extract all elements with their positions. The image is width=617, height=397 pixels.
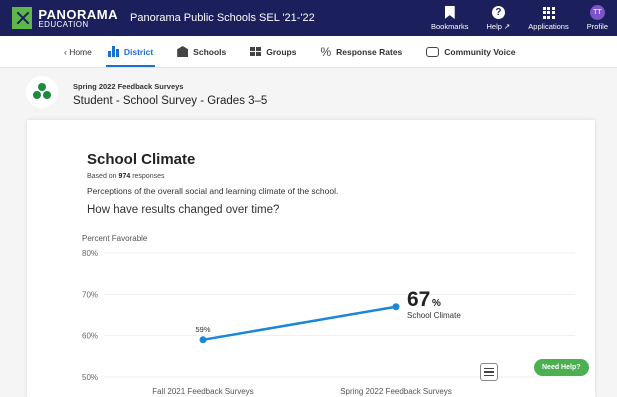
y-tick-80: 80% — [82, 249, 98, 258]
series-line-school-climate — [202, 305, 397, 342]
x-tick-0: Fall 2021 Feedback Surveys — [152, 387, 253, 396]
data-label-0: 59% — [195, 325, 210, 334]
data-point-0 — [199, 336, 207, 344]
y-tick-70: 70% — [82, 290, 98, 299]
latest-series-label: School Climate — [407, 311, 461, 320]
trend-chart: Percent Favorable 80% 70% 60% 50% Fall 2021 F… — [82, 234, 575, 396]
data-point-1 — [392, 303, 400, 311]
x-tick-1: Spring 2022 Feedback Surveys — [340, 387, 452, 396]
latest-value-unit: % — [432, 298, 441, 309]
chart-menu-button[interactable] — [480, 363, 498, 381]
need-help-button[interactable]: Need Help? — [534, 359, 589, 376]
y-tick-60: 60% — [82, 332, 98, 341]
y-tick-50: 50% — [82, 373, 98, 382]
latest-value: 67 — [407, 288, 430, 311]
y-axis-label: Percent Favorable — [82, 234, 148, 243]
